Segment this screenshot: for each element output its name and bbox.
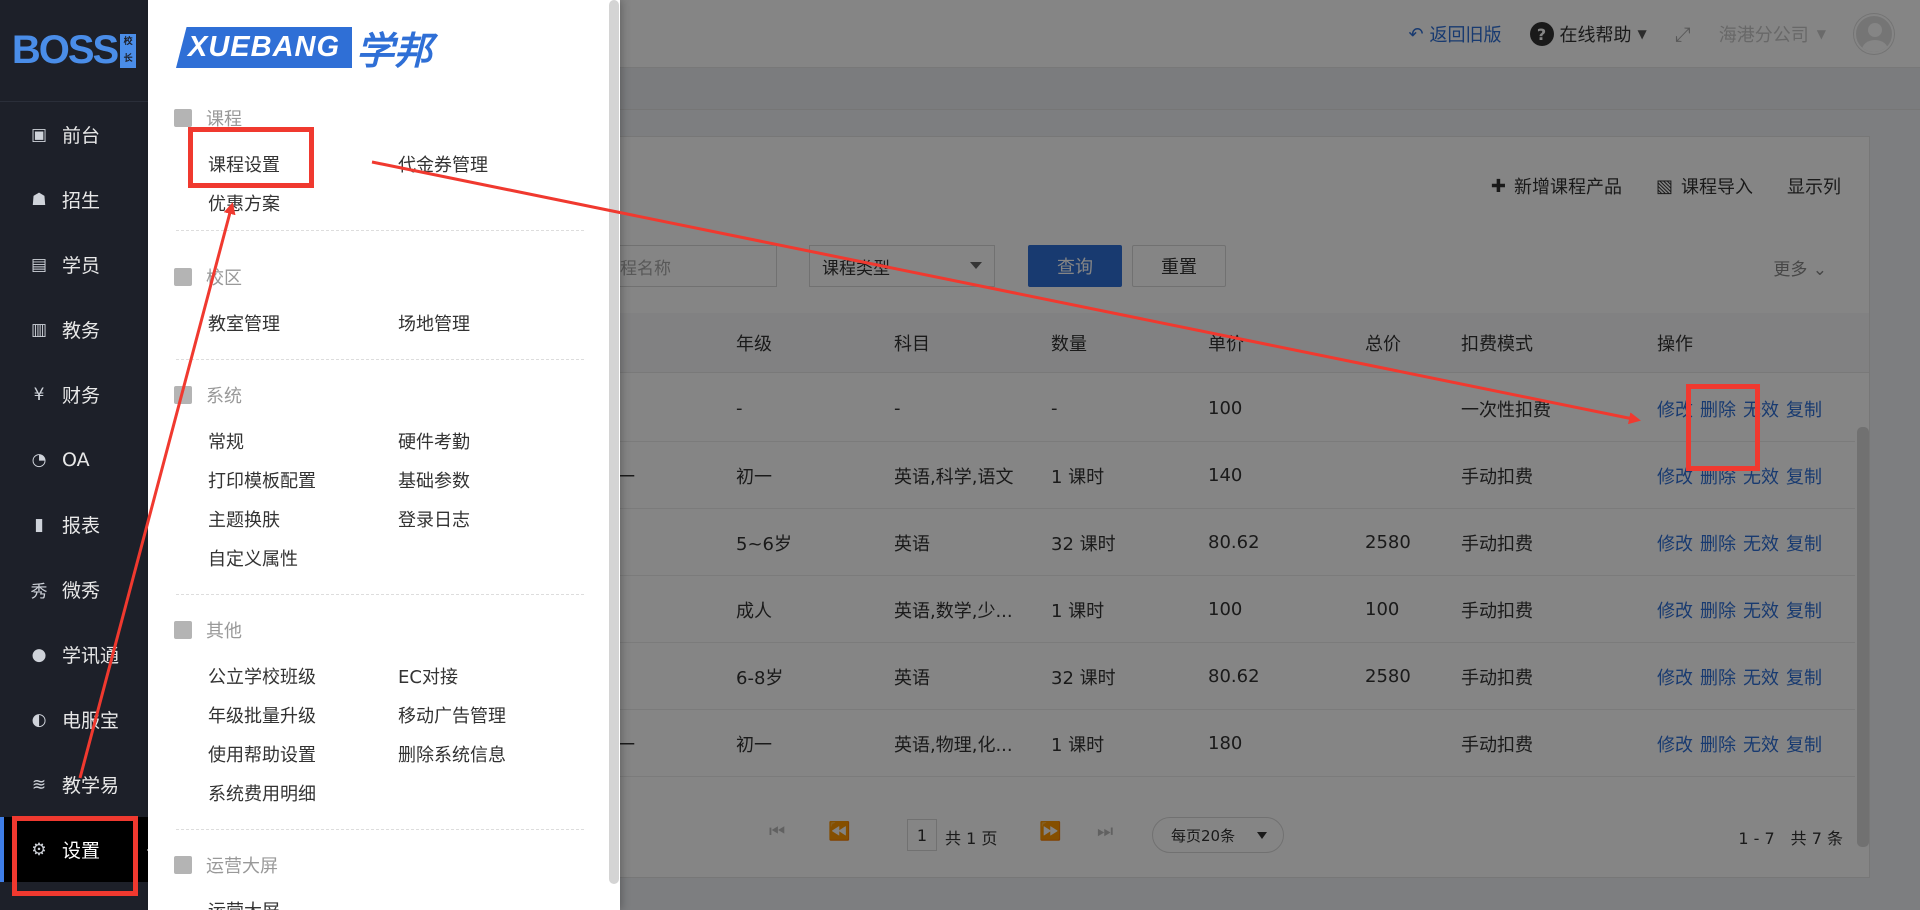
annotation-arrows — [78, 160, 1641, 779]
arrow-to-delete — [371, 160, 1641, 425]
arrow-to-course-settings — [78, 202, 236, 779]
